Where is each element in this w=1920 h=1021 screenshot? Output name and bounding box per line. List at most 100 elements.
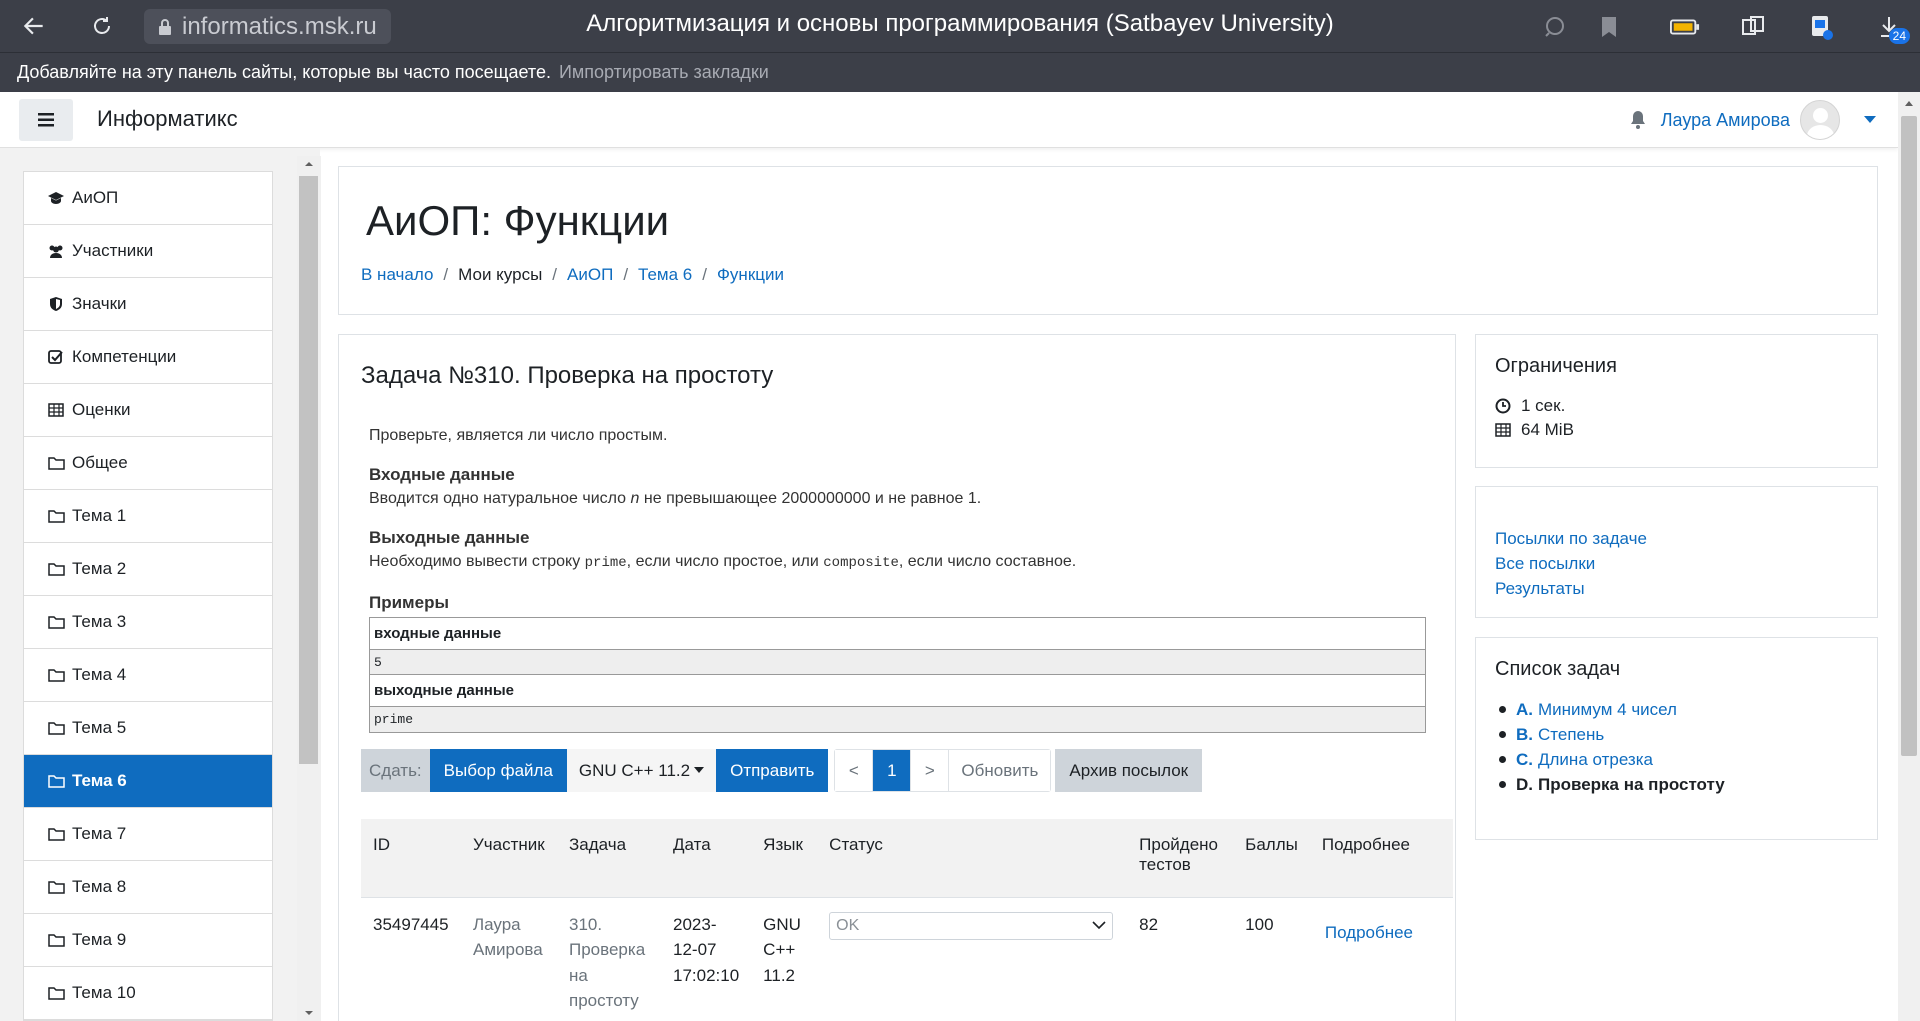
submission-links: Посылки по задаче Все посылки Результаты <box>1495 526 1858 601</box>
drawer-item-course[interactable]: АиОП <box>24 172 272 225</box>
folder-icon <box>46 827 66 841</box>
scroll-up-icon <box>305 162 313 166</box>
drawer-item-label: Тема 9 <box>72 930 127 949</box>
submit-label: Сдать: <box>361 749 430 792</box>
status-value: OK <box>836 916 860 934</box>
folder-icon <box>46 933 66 947</box>
drawer-item-section[interactable]: Тема 8 <box>24 861 272 914</box>
arrow-left-icon <box>23 17 43 35</box>
user-menu[interactable]: Лаура Амирова <box>1629 100 1876 140</box>
run-status-cell: OK <box>817 897 1127 1021</box>
breadcrumb: В начало / Мои курсы / АиОП / Тема 6 / Ф… <box>361 265 784 285</box>
page-scrollbar[interactable] <box>1898 92 1920 1021</box>
drawer-item-section[interactable]: Тема 5 <box>24 702 272 755</box>
task-item[interactable]: A. Минимум 4 чисел <box>1495 697 1858 722</box>
all-submissions-link[interactable]: Все посылки <box>1495 551 1858 576</box>
drawer-item-section[interactable]: Тема 6 <box>24 755 272 808</box>
drawer-item-label: Значки <box>72 294 127 313</box>
next-page-button[interactable]: > <box>911 750 950 791</box>
drawer-item-label: Тема 10 <box>72 983 136 1002</box>
folder-icon <box>46 562 66 576</box>
breadcrumb-activity[interactable]: Функции <box>717 265 784 285</box>
battery-icon[interactable] <box>1670 12 1700 42</box>
results-link[interactable]: Результаты <box>1495 576 1858 601</box>
drawer-item-section[interactable]: Тема 1 <box>24 490 272 543</box>
clock-icon <box>1495 398 1511 414</box>
back-button[interactable] <box>18 10 50 42</box>
drawer-item-section[interactable]: Тема 9 <box>24 914 272 967</box>
drawer-scrollbar[interactable] <box>297 156 321 1021</box>
drawer-item-section[interactable]: Тема 4 <box>24 649 272 702</box>
language-value: GNU C++ 11.2 <box>578 760 691 780</box>
col-status: Статус <box>817 819 1128 898</box>
drawer-item-section[interactable]: Тема 2 <box>24 543 272 596</box>
output-description: Необходимо вывести строку prime, если чи… <box>369 553 1077 571</box>
extension-icon[interactable] <box>1806 12 1836 42</box>
users-icon <box>46 244 66 258</box>
refresh-button[interactable]: Обновить <box>949 750 1051 791</box>
col-tests: Пройдено тестов <box>1127 819 1234 898</box>
downloads-icon[interactable]: 24 <box>1874 12 1910 44</box>
page-header: АиОП: Функции В начало / Мои курсы / АиО… <box>338 166 1878 315</box>
drawer-item-grades[interactable]: Оценки <box>24 384 272 437</box>
reload-icon <box>94 17 110 34</box>
drawer-item-label: Тема 7 <box>72 824 127 843</box>
send-button[interactable]: Отправить <box>716 749 829 792</box>
drawer-item-badges[interactable]: Значки <box>24 278 272 331</box>
prev-page-button[interactable]: < <box>835 750 874 791</box>
task-item[interactable]: C. Длина отрезка <box>1495 747 1858 772</box>
folder-icon <box>46 615 66 629</box>
drawer-scroll-thumb[interactable] <box>299 176 318 764</box>
choose-file-button[interactable]: Выбор файла <box>429 749 567 792</box>
checkbox-icon <box>46 349 66 365</box>
search-bubble-icon[interactable] <box>1540 12 1570 42</box>
archive-button[interactable]: Архив посылок <box>1055 749 1203 792</box>
run-task: 310. Проверка на простоту <box>569 914 646 1011</box>
drawer-item-section[interactable]: Тема 7 <box>24 808 272 861</box>
drawer-toggle-button[interactable] <box>19 99 73 141</box>
address-bar[interactable]: informatics.msk.ru <box>144 9 391 44</box>
col-details: Подробнее <box>1309 819 1453 898</box>
col-task: Задача <box>557 819 661 898</box>
status-select[interactable]: OK <box>829 911 1114 940</box>
task-item[interactable]: B. Степень <box>1495 722 1858 747</box>
breadcrumb-section[interactable]: Тема 6 <box>638 265 692 285</box>
details-link[interactable]: Подробнее <box>1325 923 1413 942</box>
shield-icon <box>46 296 66 312</box>
bookmarks-bar: Добавляйте на эту панель сайты, которые … <box>0 52 1920 92</box>
col-id: ID <box>361 819 461 898</box>
bookmark-icon[interactable] <box>1594 12 1624 42</box>
sample-input-label: входные данные <box>370 618 1425 650</box>
breadcrumb-course[interactable]: АиОП <box>567 265 613 285</box>
run-participant: Лаура Амирова <box>473 914 543 960</box>
drawer-item-label: Тема 2 <box>72 559 127 578</box>
drawer-item-competencies[interactable]: Компетенции <box>24 331 272 384</box>
site-brand[interactable]: Информатикс <box>97 106 238 132</box>
drawer-item-section[interactable]: Тема 10 <box>24 967 272 1020</box>
task-list-block: Список задач A. Минимум 4 чисел B. Степень… <box>1475 637 1878 840</box>
folder-icon <box>46 774 66 788</box>
page-scroll-thumb[interactable] <box>1901 116 1917 756</box>
task-submissions-link[interactable]: Посылки по задаче <box>1495 526 1858 551</box>
folder-icon <box>46 986 66 1000</box>
bell-icon <box>1630 111 1645 129</box>
language-select[interactable]: GNU C++ 11.2 <box>566 749 717 792</box>
output-heading: Выходные данные <box>369 528 530 547</box>
sample-output-label: выходные данные <box>370 675 1425 707</box>
drawer-item-section[interactable]: Общее <box>24 437 272 490</box>
import-bookmarks-link[interactable]: Импортировать закладки <box>559 62 769 83</box>
avatar[interactable] <box>1800 100 1840 140</box>
table-row: 35497445 Лаура Амирова 310. Проверка на … <box>361 897 1453 1021</box>
page-1-button[interactable]: 1 <box>873 750 912 791</box>
input-description: Вводится одно натуральное число n не пре… <box>369 490 982 507</box>
problem-intro: Проверьте, является ли число простым. <box>369 427 668 444</box>
drawer-item-participants[interactable]: Участники <box>24 225 272 278</box>
folder-icon <box>46 721 66 735</box>
collections-icon[interactable] <box>1738 12 1768 42</box>
reload-button[interactable] <box>86 10 118 42</box>
drawer-item-section[interactable]: Тема 3 <box>24 596 272 649</box>
run-date: 2023-12-07 17:02:10 <box>673 914 740 985</box>
breadcrumb-home[interactable]: В начало <box>361 265 433 285</box>
drawer-item-label: Тема 3 <box>72 612 127 631</box>
user-name[interactable]: Лаура Амирова <box>1661 110 1790 131</box>
